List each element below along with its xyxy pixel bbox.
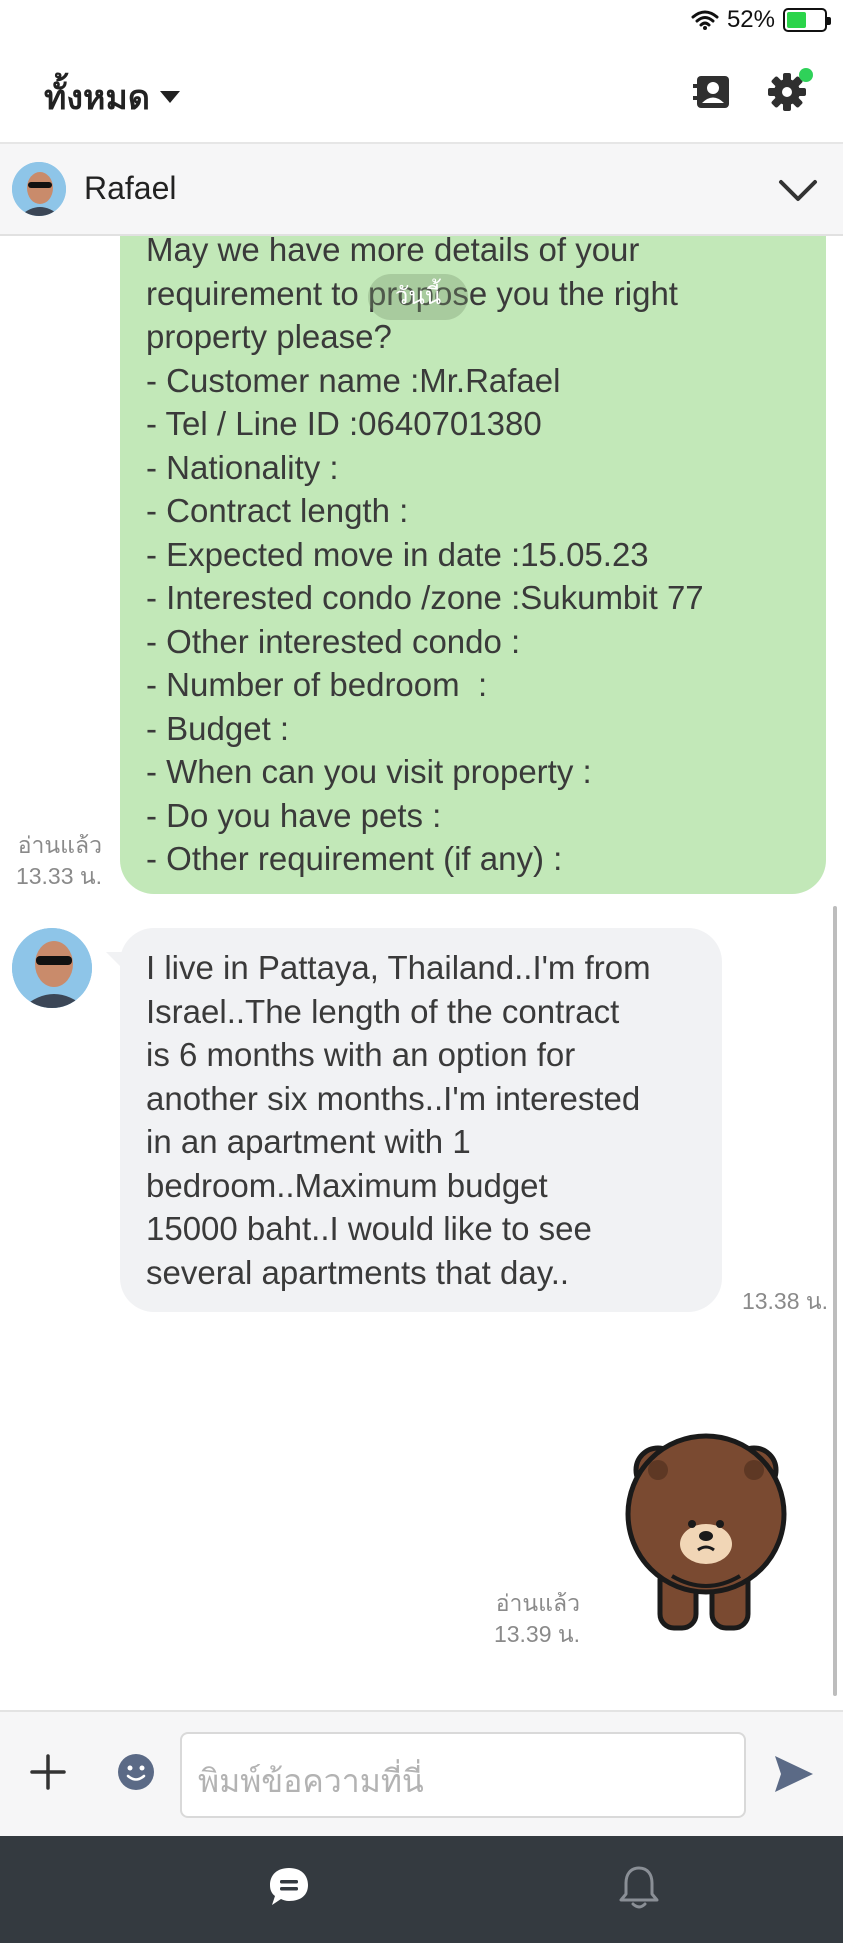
message-meta: อ่านแล้ว 13.39 น. xyxy=(470,1588,580,1650)
battery-percent: 52% xyxy=(726,6,775,33)
caret-down-icon xyxy=(159,91,180,103)
bottom-navigation xyxy=(0,1836,843,1943)
message-line: 15000 baht..I would like to see xyxy=(146,1210,592,1247)
incoming-message-bubble[interactable]: I live in Pattaya, Thailand..I'm from Is… xyxy=(120,928,722,1312)
chevron-down-icon[interactable] xyxy=(777,170,819,212)
send-icon[interactable] xyxy=(773,1754,815,1794)
read-receipt: อ่านแล้ว xyxy=(17,832,102,858)
message-line: bedroom..Maximum budget xyxy=(146,1166,548,1204)
message-line: - Interested condo /zone :Sukumbit 77 xyxy=(146,579,704,616)
message-list[interactable]: May we have more details of your require… xyxy=(0,236,843,1710)
top-actions xyxy=(687,66,813,118)
status-right: 52% xyxy=(691,6,831,34)
message-line: I live in Pattaya, Thailand..I'm from xyxy=(146,949,651,986)
message-line: - Number of bedroom : xyxy=(146,666,488,703)
contact-card-icon xyxy=(693,76,729,108)
top-bar: ทั้งหมด xyxy=(0,40,843,144)
settings-button[interactable] xyxy=(761,66,813,118)
message-time: 13.38 น. xyxy=(741,1288,828,1314)
contact-name: Rafael xyxy=(84,170,177,206)
contacts-button[interactable] xyxy=(687,66,739,118)
filter-title: ทั้งหมด xyxy=(44,79,150,117)
emoji-icon[interactable] xyxy=(116,1752,156,1792)
chat-bubble-icon[interactable] xyxy=(268,1866,310,1908)
message-line: - Customer name :Mr.Rafael xyxy=(146,361,561,399)
message-line: is 6 months with an option for xyxy=(146,1036,576,1073)
battery-fill xyxy=(787,12,806,28)
message-line: another six months..I'm interested xyxy=(146,1079,641,1117)
message-time: 13.39 น. xyxy=(493,1621,580,1647)
message-line: several apartments that day.. xyxy=(146,1253,570,1291)
bear-sticker[interactable] xyxy=(620,1426,792,1632)
message-line: - When can you visit property : xyxy=(146,753,592,790)
read-receipt: อ่านแล้ว xyxy=(495,1590,580,1616)
message-meta: อ่านแล้ว 13.33 น. xyxy=(6,830,102,892)
message-line: May we have more details of your xyxy=(146,236,640,268)
avatar-image xyxy=(12,162,66,216)
scrollbar[interactable] xyxy=(833,906,837,1696)
message-line: - Other requirement (if any) : xyxy=(146,840,563,877)
avatar-image xyxy=(12,928,92,1008)
sender-avatar[interactable] xyxy=(12,928,92,1008)
message-line: - Contract length : xyxy=(146,492,409,529)
message-line: - Nationality : xyxy=(146,448,339,486)
message-line: - Expected move in date :15.05.23 xyxy=(146,535,649,573)
message-line: Israel..The length of the contract xyxy=(146,992,620,1030)
notification-dot xyxy=(799,68,813,82)
battery-icon xyxy=(783,8,831,32)
message-composer: พิมพ์ข้อความที่นี่ xyxy=(0,1710,843,1836)
message-input[interactable]: พิมพ์ข้อความที่นี่ xyxy=(180,1732,746,1818)
wifi-icon xyxy=(691,10,719,30)
day-separator-badge: วันนี้ xyxy=(368,274,468,320)
message-line: - Do you have pets : xyxy=(146,796,442,834)
message-line: - Budget : xyxy=(146,709,290,747)
message-line: requirement to propose you the right xyxy=(146,274,678,312)
chat-header[interactable]: Rafael xyxy=(0,144,843,236)
message-line: in an apartment with 1 xyxy=(146,1123,471,1160)
message-time: 13.33 น. xyxy=(15,863,102,889)
message-line: - Tel / Line ID :0640701380 xyxy=(146,405,542,442)
avatar[interactable] xyxy=(12,162,66,216)
message-line: property please? xyxy=(146,318,392,355)
outgoing-message-bubble[interactable]: May we have more details of your require… xyxy=(120,236,826,894)
status-bar: 52% xyxy=(0,0,843,40)
plus-icon[interactable] xyxy=(28,1752,68,1792)
message-line: - Other interested condo : xyxy=(146,622,521,660)
bell-icon[interactable] xyxy=(618,1864,660,1910)
chat-filter-dropdown[interactable]: ทั้งหมด xyxy=(44,70,180,124)
